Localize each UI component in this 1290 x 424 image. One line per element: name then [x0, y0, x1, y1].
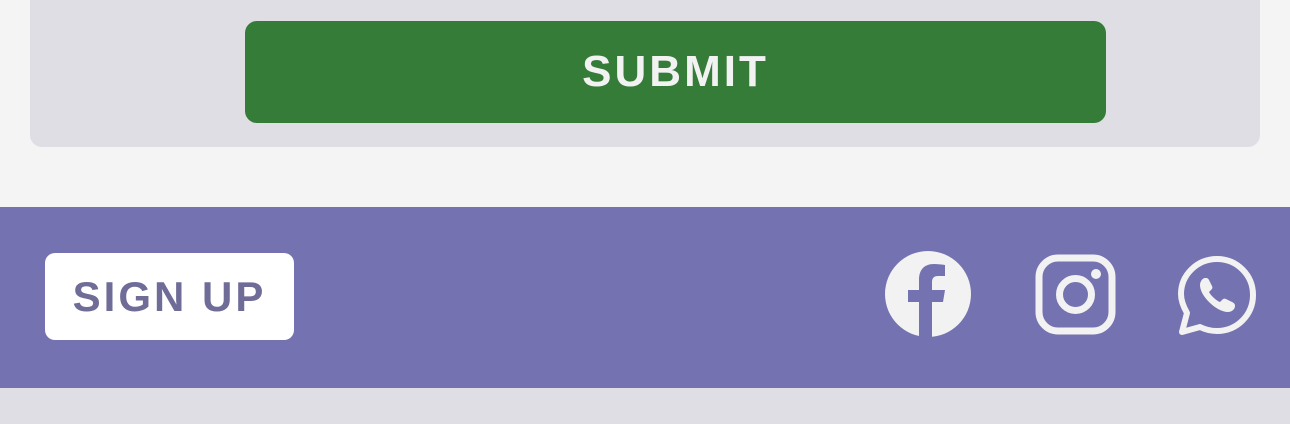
submit-button[interactable]: SUBMIT — [245, 21, 1106, 123]
form-card: SUBMIT — [30, 0, 1260, 147]
whatsapp-icon — [1176, 254, 1258, 336]
footer: SIGN UP — [0, 207, 1290, 388]
instagram-icon — [1035, 254, 1116, 335]
page: SUBMIT SIGN UP — [0, 0, 1290, 424]
whatsapp-link[interactable] — [1176, 254, 1258, 336]
signup-button[interactable]: SIGN UP — [45, 253, 294, 340]
bottom-strip — [0, 388, 1290, 424]
instagram-link[interactable] — [1035, 254, 1116, 335]
facebook-link[interactable] — [884, 250, 972, 338]
facebook-icon — [884, 250, 972, 338]
